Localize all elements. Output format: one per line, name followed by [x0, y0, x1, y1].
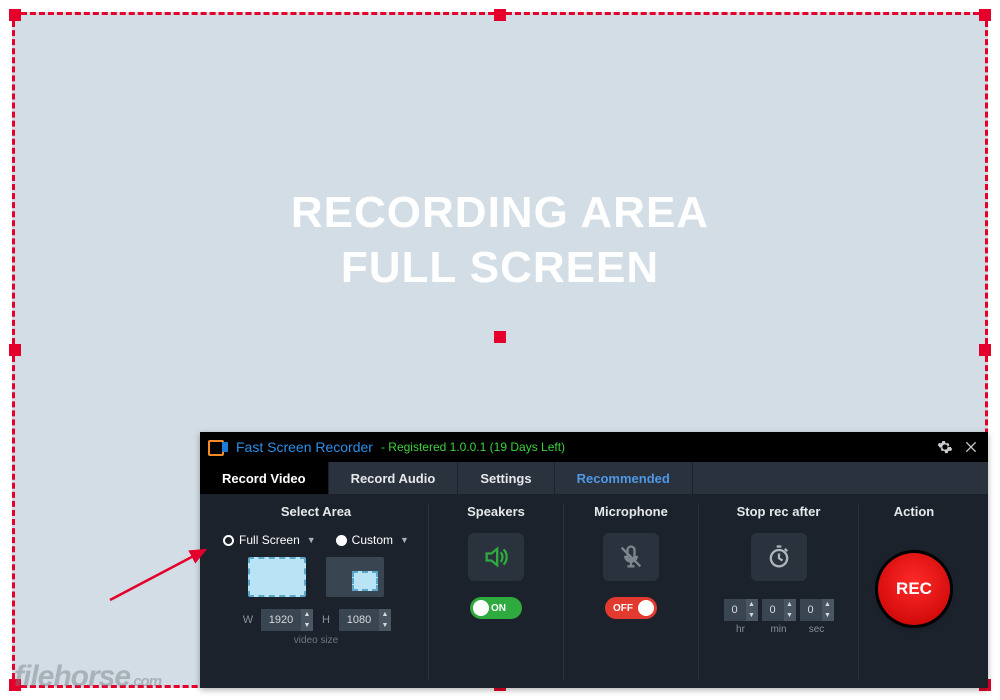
preset-custom-thumb[interactable] — [326, 557, 384, 597]
height-spinner[interactable]: ▲▼ — [339, 609, 391, 631]
tab-recommended[interactable]: Recommended — [555, 462, 693, 494]
stopwatch-icon — [765, 543, 793, 571]
column-microphone: Microphone OFF — [564, 504, 699, 680]
width-step-down[interactable]: ▼ — [301, 620, 313, 631]
sec-step-down[interactable]: ▼ — [822, 610, 834, 621]
chevron-down-icon[interactable]: ▼ — [307, 535, 316, 545]
move-handle-center[interactable] — [494, 331, 506, 343]
sec-spinner[interactable]: ▲▼ — [800, 599, 834, 621]
radio-full-screen-label: Full Screen — [239, 533, 300, 547]
hr-step-up[interactable]: ▲ — [746, 599, 758, 610]
panel-body: Select Area Full Screen ▼ Custom ▼ W — [200, 494, 988, 688]
registration-status: - Registered 1.0.0.1 (19 Days Left) — [381, 440, 565, 454]
record-button-label: REC — [896, 579, 932, 599]
microphone-icon-box[interactable] — [603, 533, 659, 581]
watermark: filehorse.com — [14, 660, 161, 694]
resize-handle-middle-right[interactable] — [979, 344, 991, 356]
width-spinner[interactable]: ▲▼ — [261, 609, 313, 631]
radio-dot-icon — [223, 535, 234, 546]
close-icon — [963, 439, 979, 455]
min-label: min — [770, 624, 786, 635]
watermark-brand: filehorse — [14, 660, 130, 693]
microphone-toggle[interactable]: OFF — [605, 597, 657, 619]
hr-spinner[interactable]: ▲▼ — [724, 599, 758, 621]
height-label: H — [319, 614, 333, 626]
settings-gear-button[interactable] — [936, 438, 954, 456]
tab-record-video[interactable]: Record Video — [200, 462, 329, 494]
toggle-knob — [638, 600, 654, 616]
speakers-header: Speakers — [467, 504, 525, 519]
microphone-muted-icon — [617, 543, 645, 571]
select-area-header: Select Area — [281, 504, 351, 519]
stop-rec-header: Stop rec after — [737, 504, 821, 519]
titlebar[interactable]: Fast Screen Recorder - Registered 1.0.0.… — [200, 432, 988, 462]
resize-handle-top-left[interactable] — [9, 9, 21, 21]
chevron-down-icon[interactable]: ▼ — [400, 535, 409, 545]
close-button[interactable] — [962, 438, 980, 456]
speakers-toggle-label: ON — [491, 603, 506, 614]
radio-dot-icon — [336, 535, 347, 546]
app-logo-icon — [208, 439, 228, 455]
microphone-toggle-label: OFF — [613, 603, 633, 614]
column-speakers: Speakers ON — [429, 504, 564, 680]
min-step-down[interactable]: ▼ — [784, 610, 796, 621]
sec-step-up[interactable]: ▲ — [822, 599, 834, 610]
column-select-area: Select Area Full Screen ▼ Custom ▼ W — [204, 504, 429, 680]
recorder-panel: Fast Screen Recorder - Registered 1.0.0.… — [200, 432, 988, 688]
hr-label: hr — [736, 624, 745, 635]
width-input[interactable] — [261, 609, 301, 631]
action-header: Action — [894, 504, 934, 519]
tab-record-audio[interactable]: Record Audio — [329, 462, 459, 494]
width-label: W — [241, 614, 255, 626]
hr-step-down[interactable]: ▼ — [746, 610, 758, 621]
radio-full-screen[interactable]: Full Screen ▼ — [223, 533, 316, 547]
hr-input[interactable] — [724, 599, 746, 621]
recording-area-caption: RECORDING AREA FULL SCREEN — [15, 185, 985, 295]
recording-area-line1: RECORDING AREA — [291, 188, 709, 237]
speakers-toggle[interactable]: ON — [470, 597, 522, 619]
height-step-down[interactable]: ▼ — [379, 620, 391, 631]
gear-icon — [937, 439, 953, 455]
watermark-tld: .com — [130, 673, 161, 690]
width-step-up[interactable]: ▲ — [301, 609, 313, 620]
record-button[interactable]: REC — [878, 553, 950, 625]
height-step-up[interactable]: ▲ — [379, 609, 391, 620]
speakers-icon-box[interactable] — [468, 533, 524, 581]
column-stop-rec-after: Stop rec after ▲▼ hr ▲▼ min ▲▼ sec — [699, 504, 859, 680]
column-action: Action REC — [859, 504, 969, 680]
resize-handle-top-middle[interactable] — [494, 9, 506, 21]
min-input[interactable] — [762, 599, 784, 621]
toggle-knob — [473, 600, 489, 616]
video-size-hint: video size — [294, 635, 338, 646]
recording-area-line2: FULL SCREEN — [341, 243, 659, 292]
timer-icon-box[interactable] — [751, 533, 807, 581]
height-input[interactable] — [339, 609, 379, 631]
radio-custom[interactable]: Custom ▼ — [336, 533, 409, 547]
sec-label: sec — [809, 624, 825, 635]
speaker-icon — [482, 543, 510, 571]
min-step-up[interactable]: ▲ — [784, 599, 796, 610]
microphone-header: Microphone — [594, 504, 668, 519]
tabs: Record Video Record Audio Settings Recom… — [200, 462, 988, 494]
tab-settings[interactable]: Settings — [458, 462, 554, 494]
sec-input[interactable] — [800, 599, 822, 621]
resize-handle-top-right[interactable] — [979, 9, 991, 21]
resize-handle-middle-left[interactable] — [9, 344, 21, 356]
radio-custom-label: Custom — [352, 533, 393, 547]
min-spinner[interactable]: ▲▼ — [762, 599, 796, 621]
preset-full-screen-thumb[interactable] — [248, 557, 306, 597]
app-title: Fast Screen Recorder — [236, 439, 373, 455]
